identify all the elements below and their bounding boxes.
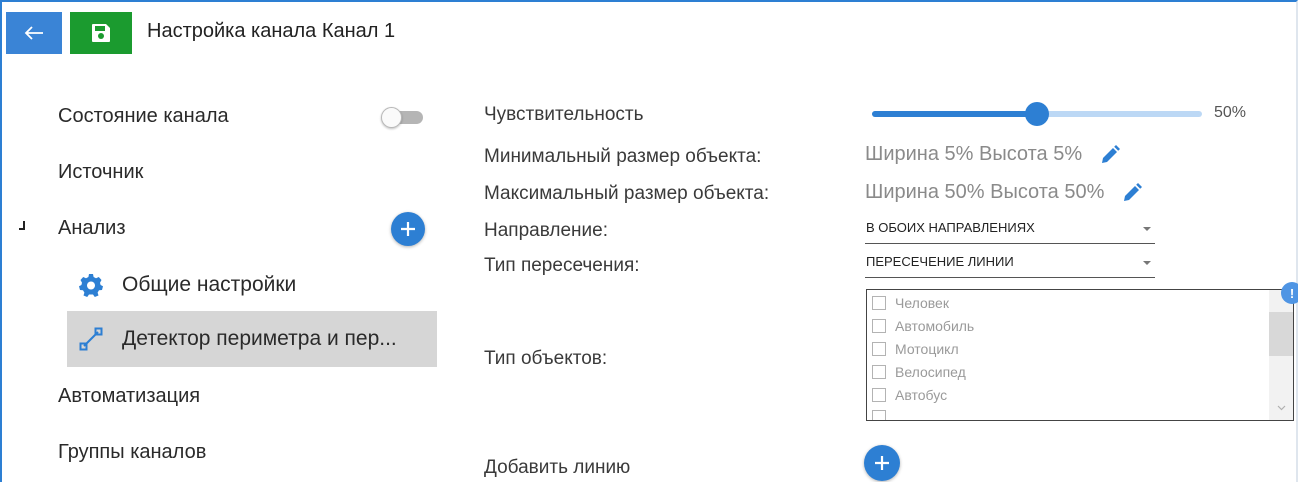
sidebar-subitem-perimeter-detector[interactable]: Детектор периметра и пер...	[67, 311, 437, 367]
toggle-knob	[381, 107, 402, 128]
checkbox[interactable]	[872, 319, 886, 333]
direction-selected-value: В ОБОИХ НАПРАВЛЕНИЯХ	[866, 220, 1035, 235]
direction-select[interactable]: В ОБОИХ НАПРАВЛЕНИЯХ	[865, 215, 1155, 244]
header: Настройка канала Канал 1	[0, 0, 1298, 58]
add-analysis-button[interactable]	[391, 212, 425, 246]
checkbox-label: Мотоцикл	[895, 341, 959, 357]
scrollbar-thumb[interactable]	[1269, 312, 1293, 356]
slider-fill	[872, 111, 1037, 117]
checkbox[interactable]	[872, 388, 886, 402]
sensitivity-value: 50%	[1214, 104, 1247, 121]
scrollbar[interactable]	[1269, 290, 1293, 420]
plus-icon	[875, 456, 889, 470]
crossing-type-select[interactable]: ПЕРЕСЕЧЕНИЕ ЛИНИИ	[865, 249, 1155, 278]
checkbox-label: Человек	[895, 295, 949, 311]
checkbox-label: Автомобиль	[895, 318, 975, 334]
min-size-text: Ширина 5% Высота 5%	[865, 143, 1083, 165]
checkbox-label: Велосипед	[895, 364, 966, 380]
sidebar-item-analysis[interactable]: Анализ	[58, 217, 126, 240]
pencil-icon	[1102, 144, 1121, 163]
sensitivity-label: Чувствительность	[484, 104, 644, 125]
max-size-value: Ширина 50% Высота 50%	[865, 181, 1143, 204]
chevron-down-icon[interactable]	[1277, 403, 1286, 412]
max-size-text: Ширина 50% Высота 50%	[865, 181, 1105, 203]
crossing-type-label: Тип пересечения:	[484, 255, 640, 276]
sidebar-item-source[interactable]: Источник	[58, 161, 143, 184]
sidebar-item-automation[interactable]: Автоматизация	[58, 385, 200, 408]
min-size-label: Минимальный размер объекта:	[484, 146, 762, 167]
add-line-label: Добавить линию	[484, 457, 631, 478]
object-types-list[interactable]: Человек Автомобиль Мотоцикл Велосипед Ав…	[866, 289, 1294, 421]
arrow-left-icon	[24, 26, 43, 40]
object-type-checkbox-car[interactable]: Автомобиль	[872, 318, 974, 334]
checkbox[interactable]	[872, 365, 886, 379]
line-segment-icon	[78, 326, 104, 352]
edit-min-size-button[interactable]	[1100, 144, 1121, 165]
checkbox[interactable]	[872, 410, 886, 420]
crossing-type-selected-value: ПЕРЕСЕЧЕНИЕ ЛИНИИ	[866, 254, 1014, 269]
max-size-label: Максимальный размер объекта:	[484, 183, 770, 204]
save-button[interactable]	[70, 12, 132, 54]
sidebar-item-channel-groups[interactable]: Группы каналов	[58, 441, 206, 464]
expand-marker	[19, 221, 25, 230]
warning-badge: !	[1281, 282, 1298, 304]
object-types-label: Тип объектов:	[484, 348, 608, 369]
plus-icon	[401, 222, 415, 236]
object-type-checkbox-bicycle[interactable]: Велосипед	[872, 364, 966, 380]
sidebar-subitem-label: Детектор периметра и пер...	[122, 327, 397, 350]
sidebar-item-channel-state[interactable]: Состояние канала	[58, 105, 229, 128]
direction-label: Направление:	[484, 220, 608, 241]
page-title: Настройка канала Канал 1	[147, 20, 396, 42]
object-type-checkbox-person[interactable]: Человек	[872, 295, 949, 311]
object-type-checkbox-bus[interactable]: Автобус	[872, 387, 947, 403]
checkbox[interactable]	[872, 342, 886, 356]
sidebar-subitem-general-settings[interactable]: Общие настройки	[78, 259, 296, 311]
chevron-down-icon	[1143, 227, 1151, 231]
back-button[interactable]	[6, 12, 62, 54]
object-type-checkbox-partial[interactable]	[872, 410, 895, 420]
pencil-icon	[1124, 182, 1143, 201]
object-type-checkbox-motorcycle[interactable]: Мотоцикл	[872, 341, 959, 357]
sensitivity-slider[interactable]	[872, 102, 1202, 126]
slider-thumb[interactable]	[1025, 102, 1049, 126]
add-line-button[interactable]	[864, 445, 900, 481]
floppy-disk-icon	[92, 24, 110, 42]
edit-max-size-button[interactable]	[1122, 182, 1143, 203]
checkbox[interactable]	[872, 296, 886, 310]
min-size-value: Ширина 5% Высота 5%	[865, 143, 1121, 166]
channel-state-toggle[interactable]	[381, 107, 425, 128]
gear-icon	[78, 272, 104, 298]
checkbox-label: Автобус	[895, 387, 948, 403]
chevron-down-icon	[1143, 261, 1151, 265]
sidebar-subitem-label: Общие настройки	[122, 273, 297, 296]
